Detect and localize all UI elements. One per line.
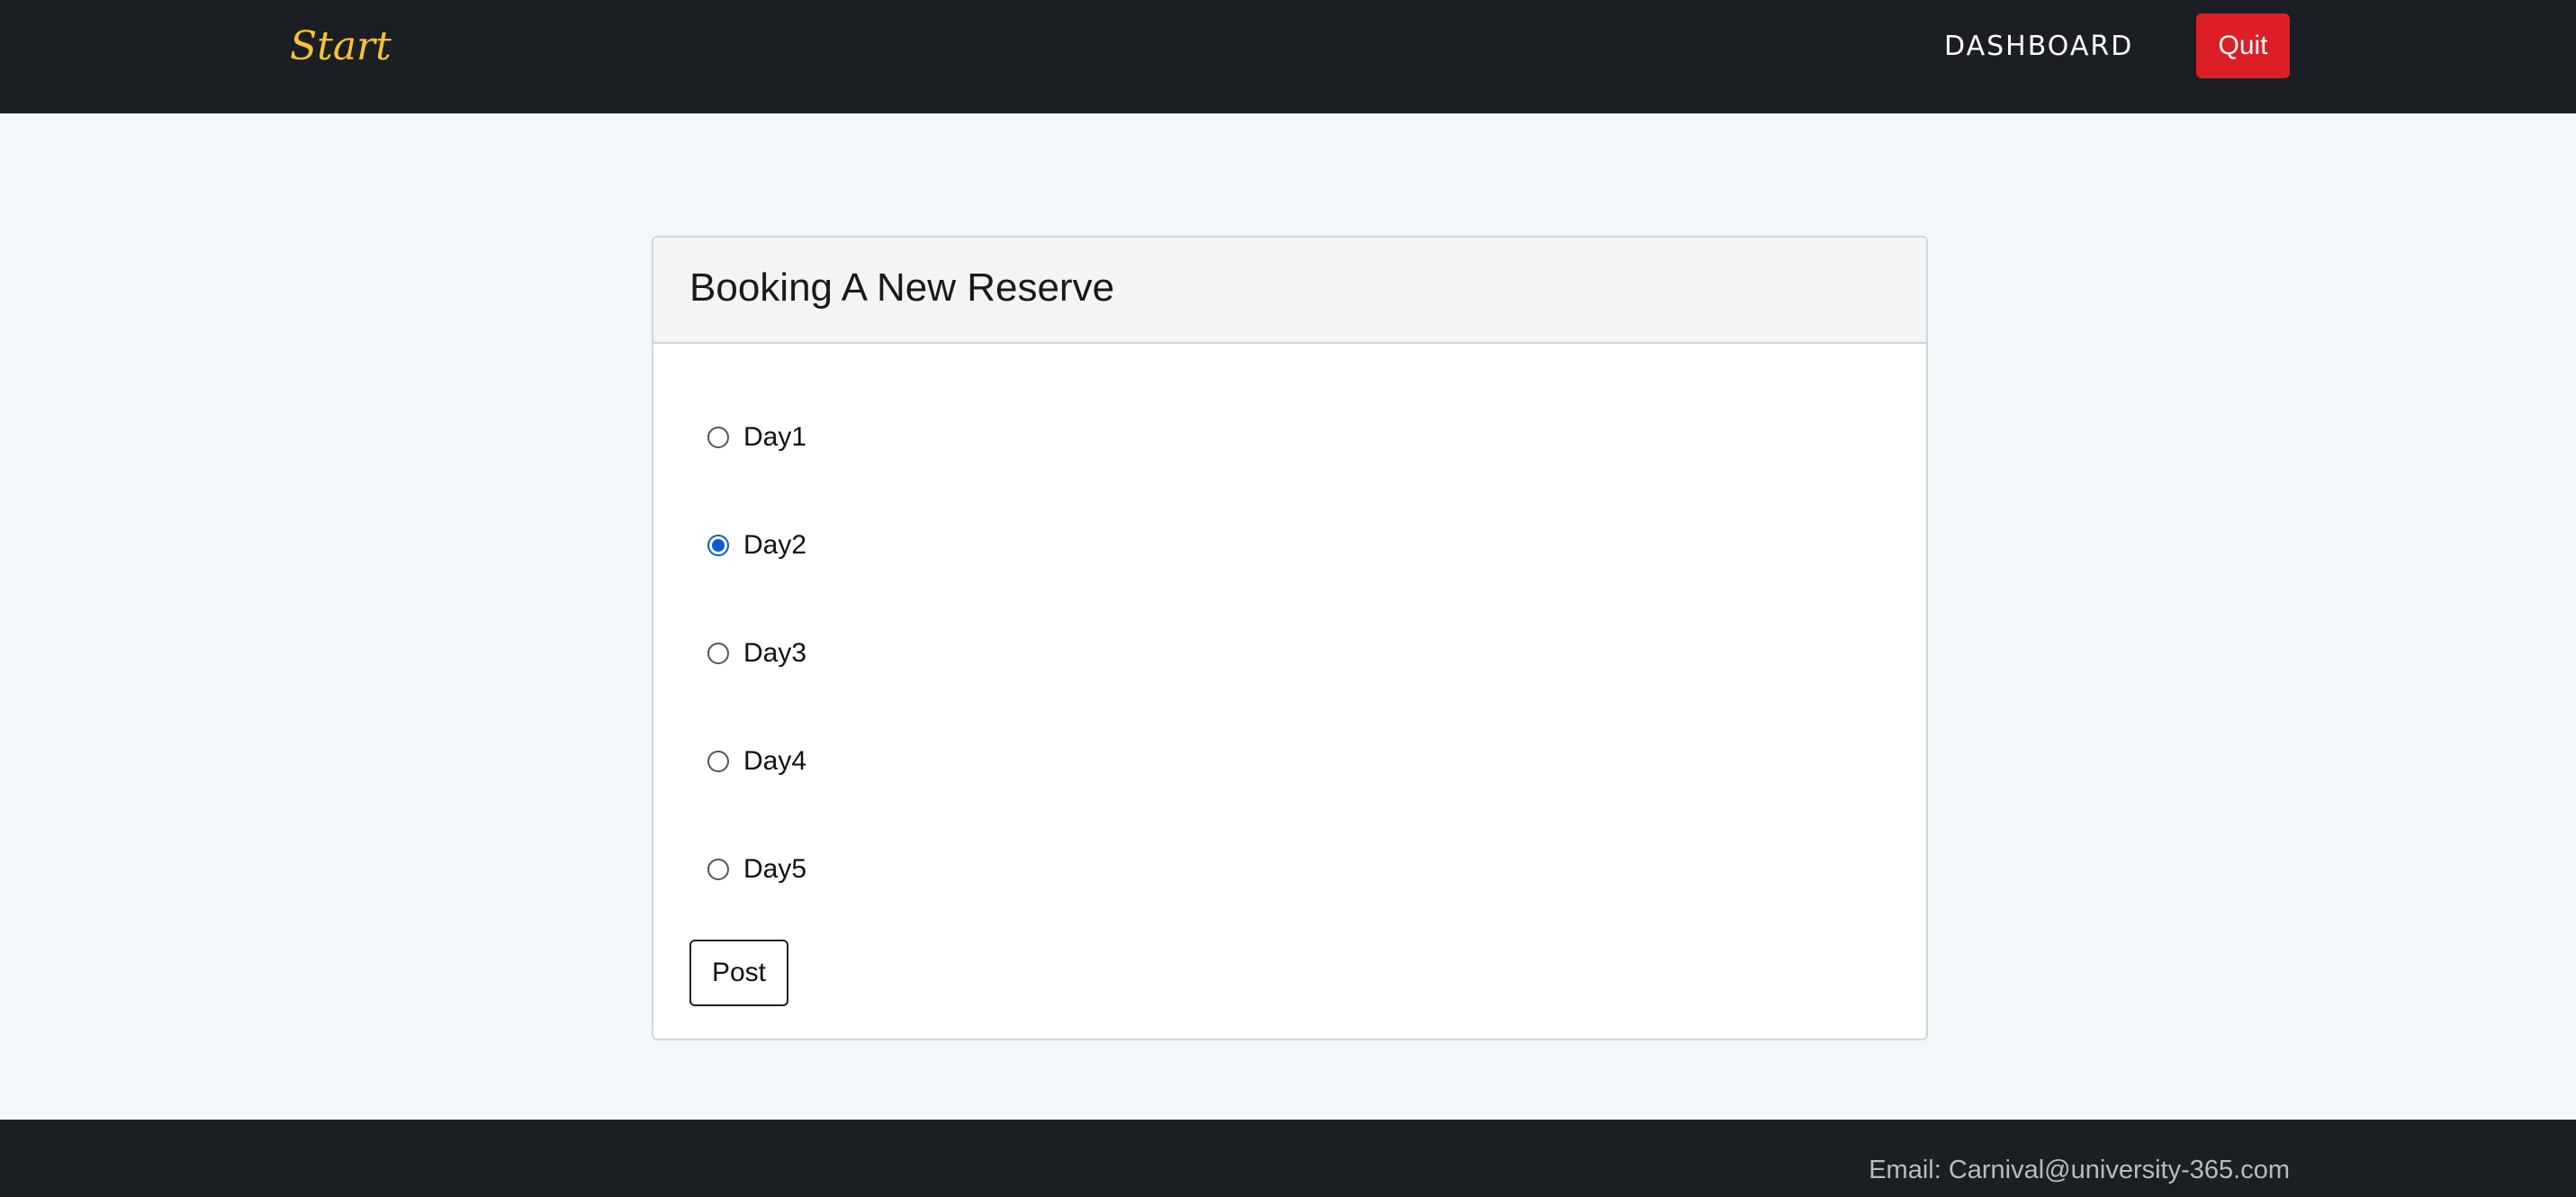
day3-radio[interactable] xyxy=(707,643,729,664)
day2-label: Day2 xyxy=(743,530,807,560)
brand-logo-link[interactable]: Start xyxy=(290,20,392,74)
post-button[interactable]: Post xyxy=(689,940,788,1006)
quit-button[interactable]: Quit xyxy=(2196,14,2290,78)
day-option-2[interactable]: Day2 xyxy=(707,527,806,563)
footer-email: Email: Carnival@university-365.com xyxy=(1869,1156,2290,1184)
day-option-3[interactable]: Day3 xyxy=(707,635,806,671)
day-option-1[interactable]: Day1 xyxy=(707,419,806,455)
day1-label: Day1 xyxy=(743,422,807,452)
dashboard-link[interactable]: DASHBOARD xyxy=(1944,23,2133,70)
day1-radio[interactable] xyxy=(707,427,729,448)
day-option-4[interactable]: Day4 xyxy=(707,743,806,779)
top-navbar: Start DASHBOARD Quit xyxy=(0,0,2576,113)
booking-card: Booking A New Reserve Day1 Day2 Day3 Day… xyxy=(652,236,1928,1040)
day2-radio[interactable] xyxy=(707,535,729,556)
page-footer: Email: Carnival@university-365.com xyxy=(0,1120,2576,1197)
day4-radio[interactable] xyxy=(707,751,729,772)
booking-title: Booking A New Reserve xyxy=(689,266,1115,310)
day4-label: Day4 xyxy=(743,746,807,776)
day3-label: Day3 xyxy=(743,638,807,668)
day-option-5[interactable]: Day5 xyxy=(707,851,806,887)
day5-label: Day5 xyxy=(743,854,807,884)
booking-card-header: Booking A New Reserve xyxy=(653,238,1926,344)
day5-radio[interactable] xyxy=(707,859,729,880)
